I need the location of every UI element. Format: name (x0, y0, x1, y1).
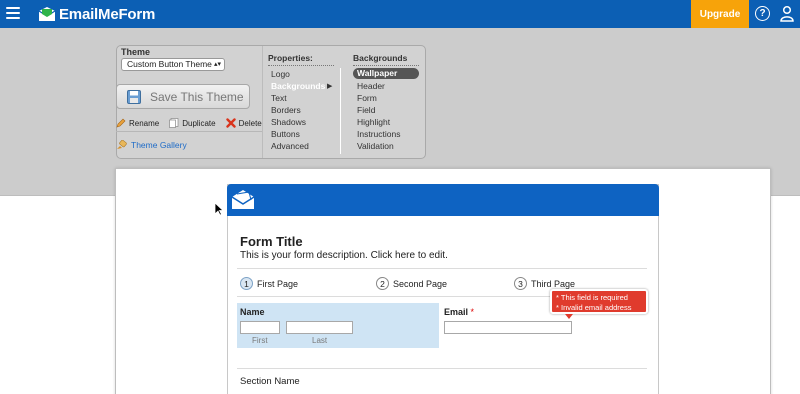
page-number: 3 (514, 277, 527, 290)
background-highlight[interactable]: Highlight (357, 117, 390, 127)
envelope-logo-icon (38, 7, 56, 21)
property-buttons[interactable]: Buttons (271, 129, 300, 139)
theme-gallery-label: Theme Gallery (131, 140, 187, 150)
properties-rule (268, 65, 334, 66)
page-number: 2 (376, 277, 389, 290)
column-separator (340, 68, 341, 154)
property-text[interactable]: Text (271, 93, 287, 103)
delete-x-icon (225, 118, 236, 128)
background-field[interactable]: Field (357, 105, 375, 115)
email-input[interactable] (444, 321, 572, 334)
first-name-input[interactable] (240, 321, 280, 334)
save-theme-label: Save This Theme (150, 89, 244, 104)
help-icon[interactable]: ? (755, 6, 770, 21)
top-bar: EmailMeForm Upgrade ? (0, 0, 800, 28)
last-sublabel: Last (312, 336, 328, 345)
form-header[interactable] (227, 184, 659, 216)
form-description[interactable]: This is your form description. Click her… (240, 250, 448, 261)
user-icon[interactable] (780, 5, 794, 22)
last-name-input[interactable] (286, 321, 353, 334)
pencil-icon (116, 118, 126, 128)
email-label-text: Email (444, 307, 469, 317)
submenu-arrow-icon: ▶ (327, 83, 333, 90)
page-label: Second Page (393, 278, 448, 289)
duplicate-button[interactable]: Duplicate (169, 118, 216, 128)
tooltip-pointer (565, 314, 573, 319)
background-wallpaper[interactable]: Wallpaper (353, 68, 419, 79)
background-validation[interactable]: Validation (357, 141, 394, 151)
property-borders[interactable]: Borders (271, 105, 301, 115)
theme-select-value: Custom Button Theme (127, 59, 212, 69)
duplicate-label: Duplicate (182, 118, 216, 128)
floppy-disk-icon (127, 89, 141, 104)
email-label: Email * (444, 307, 474, 317)
delete-label: Delete (238, 118, 262, 128)
background-form[interactable]: Form (357, 93, 377, 103)
page-step-1[interactable]: 1 First Page (240, 277, 298, 290)
property-shadows[interactable]: Shadows (271, 117, 306, 127)
section-name[interactable]: Section Name (240, 376, 300, 387)
panel-divider-horizontal (116, 131, 262, 132)
property-backgrounds[interactable]: Backgrounds (271, 81, 325, 91)
required-asterisk: * (470, 307, 475, 317)
theme-label: Theme (121, 47, 151, 57)
form-title[interactable]: Form Title (240, 234, 303, 249)
background-header[interactable]: Header (357, 81, 385, 91)
theme-gallery-link[interactable]: Theme Gallery (116, 140, 187, 150)
properties-heading: Properties: (268, 53, 313, 63)
property-advanced[interactable]: Advanced (271, 141, 309, 151)
first-sublabel: First (252, 336, 268, 345)
title-divider (237, 268, 647, 269)
save-theme-button[interactable]: Save This Theme (116, 84, 250, 109)
tooltip-required: * This field is required (556, 293, 628, 302)
duplicate-icon (169, 118, 179, 128)
hamburger-menu-icon[interactable] (6, 7, 20, 19)
paintbrush-icon (117, 140, 127, 149)
upgrade-button[interactable]: Upgrade (691, 0, 749, 28)
select-arrows-icon: ▴▾ (213, 61, 221, 68)
tooltip-invalid-email: * Invalid email address (556, 302, 632, 312)
rename-button[interactable]: Rename (116, 118, 159, 128)
section-divider (237, 368, 647, 369)
mouse-cursor-icon (214, 202, 224, 216)
rename-label: Rename (129, 118, 160, 128)
page-step-2[interactable]: 2 Second Page (376, 277, 447, 290)
page-label: First Page (257, 278, 299, 289)
name-label: Name (240, 307, 265, 317)
theme-actions: Rename Duplicate Delete (116, 118, 268, 128)
logo[interactable]: EmailMeForm (38, 4, 155, 24)
envelope-logo-icon (231, 190, 255, 209)
delete-button[interactable]: Delete (225, 118, 262, 128)
page-label: Third Page (531, 278, 576, 289)
validation-tooltip: * This field is required * Invalid email… (550, 289, 648, 314)
backgrounds-rule (353, 65, 419, 66)
logo-text: EmailMeForm (59, 5, 156, 23)
panel-divider (262, 46, 263, 158)
page-number: 1 (240, 277, 253, 290)
backgrounds-heading: Backgrounds (353, 53, 408, 63)
property-logo[interactable]: Logo (271, 69, 290, 79)
background-instructions[interactable]: Instructions (357, 129, 400, 139)
theme-select[interactable]: Custom Button Theme ▴▾ (121, 58, 225, 71)
